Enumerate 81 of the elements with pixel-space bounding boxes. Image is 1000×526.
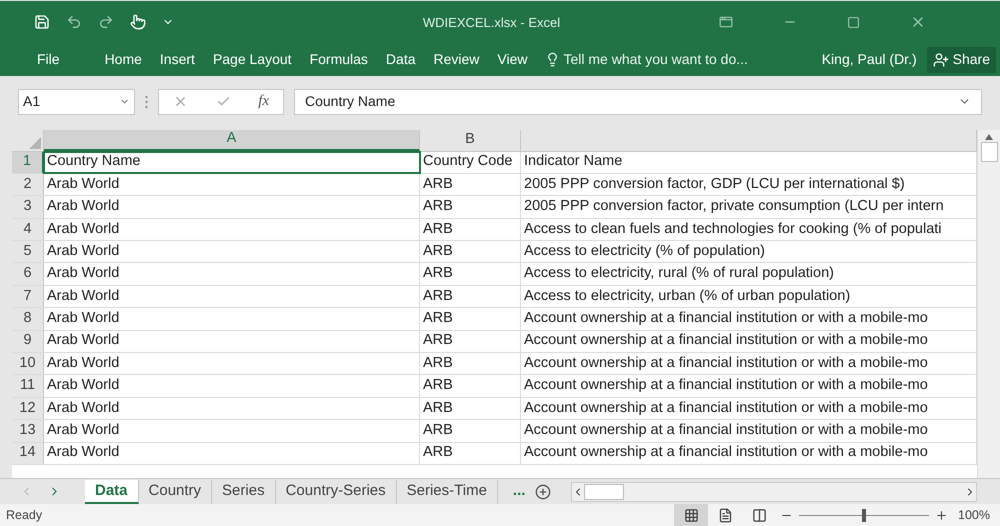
ribbon-tab[interactable]: Insert <box>150 49 204 70</box>
name-box[interactable]: A1 <box>18 88 135 115</box>
zoom-level[interactable]: 100% <box>958 506 990 524</box>
table-cell: Arab World <box>44 353 420 374</box>
row-header[interactable]: 10 <box>12 353 44 374</box>
columns-icon <box>752 508 767 523</box>
ribbon-tab[interactable]: Home <box>96 49 151 70</box>
column-header[interactable]: A <box>44 130 420 150</box>
grid-icon <box>684 508 699 523</box>
row-header[interactable]: 6 <box>12 263 44 285</box>
window-title: WDIEXCEL.xlsx - Excel <box>422 14 560 32</box>
ribbon-tab[interactable]: Review <box>424 49 488 70</box>
person-add-icon <box>932 52 949 68</box>
column-header[interactable]: B <box>420 130 521 150</box>
row-header[interactable]: 13 <box>12 420 44 442</box>
table-cell: ARB <box>420 308 521 330</box>
table-cell: Arab World <box>44 218 420 240</box>
table-cell: Arab World <box>44 330 420 352</box>
row-header[interactable]: 2 <box>12 174 44 196</box>
ribbon-tab[interactable]: Formulas <box>300 49 377 70</box>
row-header[interactable]: 14 <box>12 442 44 464</box>
share-button[interactable]: Share <box>926 46 996 73</box>
formula-field[interactable]: Country Name <box>294 88 982 115</box>
ribbon-tab[interactable]: View <box>488 49 536 70</box>
row-header[interactable]: 1 <box>12 152 44 173</box>
table-cell: ARB <box>420 420 521 442</box>
ribbon-tab[interactable]: File <box>0 49 96 70</box>
table-cell: Country Code <box>420 152 521 173</box>
table-cell: Arab World <box>44 442 420 464</box>
table-cell: ARB <box>420 398 521 420</box>
table-cell: Arab World <box>44 174 420 196</box>
table-cell: ARB <box>420 330 521 352</box>
table-cell: Arab World <box>44 241 420 262</box>
horizontal-scroll-thumb[interactable] <box>584 484 624 500</box>
save-icon[interactable] <box>34 14 50 30</box>
row-header[interactable]: 3 <box>12 196 44 218</box>
table-cell: Arab World <box>44 196 420 218</box>
ribbon-tab[interactable]: Page Layout <box>204 49 301 70</box>
table-cell: ARB <box>420 174 521 196</box>
row-header[interactable]: 9 <box>12 330 44 352</box>
zoom-thumb[interactable] <box>862 508 866 522</box>
user-name[interactable]: King, Paul (Dr.) <box>822 49 917 70</box>
table-cell: Arab World <box>44 308 420 330</box>
ribbon-tab[interactable]: Data <box>376 49 424 70</box>
table-cell: ARB <box>420 241 521 262</box>
table-cell: Arab World <box>44 263 420 285</box>
touch-icon[interactable] <box>130 14 146 30</box>
row-header[interactable]: 12 <box>12 398 44 420</box>
zoom-in-icon[interactable] <box>935 508 948 522</box>
row-header[interactable]: 8 <box>12 308 44 330</box>
insert-function-button[interactable]: fx <box>258 90 270 113</box>
more-sheets-button[interactable]: ... <box>512 480 526 503</box>
ribbon-display-icon[interactable] <box>719 15 733 30</box>
table-cell: ARB <box>420 286 521 308</box>
table-cell: ARB <box>420 218 521 240</box>
table-cell: Arab World <box>44 398 420 420</box>
add-sheet-icon[interactable] <box>535 484 552 500</box>
row-header[interactable]: 5 <box>12 241 44 262</box>
sheet-tab[interactable]: Data <box>85 480 139 504</box>
status-text: Ready <box>6 506 42 524</box>
table-cell: ARB <box>420 263 521 285</box>
table-cell: ARB <box>420 442 521 464</box>
redo-icon[interactable] <box>98 14 114 30</box>
undo-icon[interactable] <box>66 14 82 30</box>
maximize-icon[interactable] <box>847 16 860 29</box>
page-icon <box>718 508 733 523</box>
table-cell: ARB <box>420 375 521 397</box>
row-header[interactable]: 4 <box>12 218 44 240</box>
view-button[interactable] <box>674 504 708 526</box>
row-header[interactable]: 11 <box>12 375 44 397</box>
grip-icon <box>145 94 148 109</box>
table-cell: Arab World <box>44 286 420 308</box>
table-cell: Country Name <box>44 152 420 173</box>
row-header[interactable]: 7 <box>12 286 44 308</box>
table-cell: Arab World <box>44 420 420 442</box>
table-cell: ARB <box>420 353 521 374</box>
table-cell: ARB <box>420 196 521 218</box>
table-cell: Arab World <box>44 375 420 397</box>
scroll-thumb[interactable] <box>980 142 998 162</box>
scroll-up-icon[interactable] <box>985 134 993 140</box>
tell-me-field[interactable]: Tell me what you want to do... <box>564 49 748 70</box>
